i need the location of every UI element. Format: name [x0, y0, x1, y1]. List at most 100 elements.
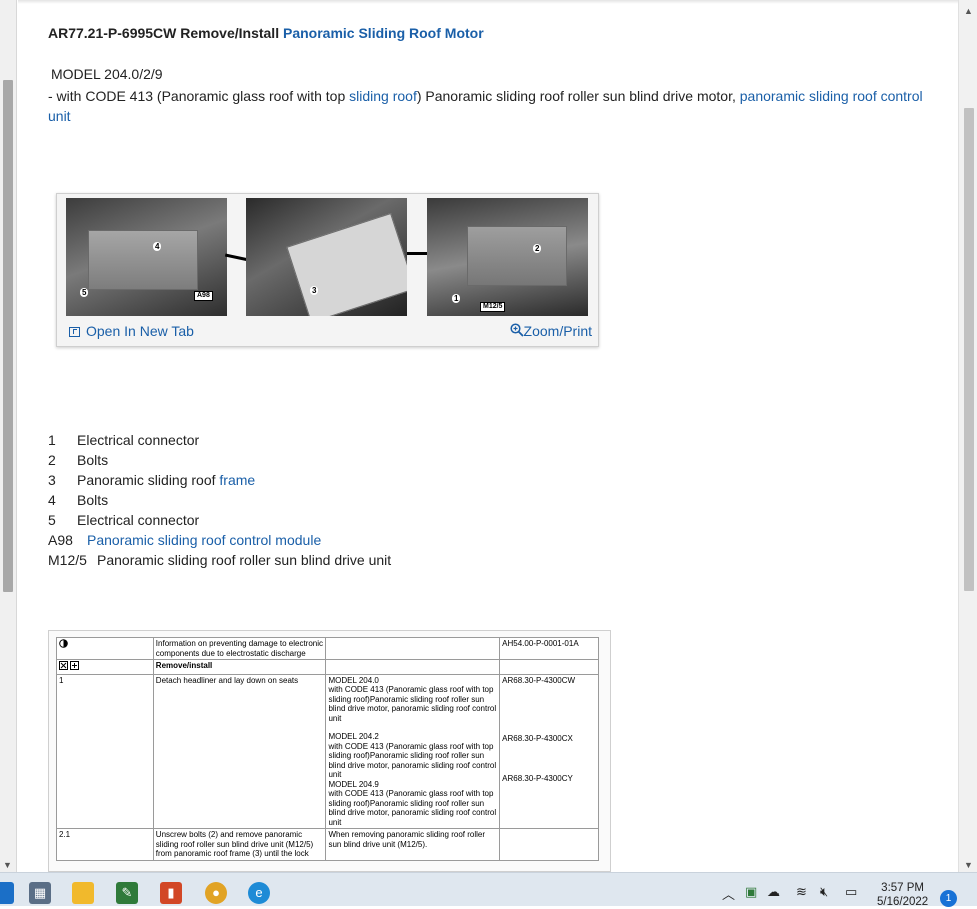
callout-a98: A98: [194, 291, 213, 301]
edge-icon[interactable]: e: [248, 882, 270, 904]
battery-icon[interactable]: ▭: [845, 884, 857, 900]
left-scrollbar-thumb[interactable]: [3, 80, 13, 592]
tray-app-icon[interactable]: ▣: [745, 884, 757, 900]
zoom-icon: [509, 323, 524, 337]
zoom-print-button[interactable]: Zoom/Print: [509, 323, 592, 339]
top-shadow: [18, 0, 958, 4]
right-scrollbar-thumb[interactable]: [964, 108, 974, 591]
model-ref: MODEL 204.0: [328, 675, 379, 685]
photo-motor-2[interactable]: 2 1 M12/5: [427, 198, 588, 316]
table-cell[interactable]: AH54.00-P-0001-01A: [499, 637, 599, 660]
legend-item: 4 Bolts: [48, 490, 391, 510]
clock[interactable]: 3:57 PM 5/16/2022: [877, 881, 928, 909]
legend-text: Bolts: [77, 492, 109, 508]
table-cell: Remove/install: [152, 659, 327, 675]
open-in-new-tab-button[interactable]: Open In New Tab: [69, 323, 194, 339]
start-app-icon[interactable]: [0, 882, 14, 904]
office-icon[interactable]: ▮: [160, 882, 182, 904]
left-scrollbar[interactable]: ▼: [0, 0, 17, 872]
cloud-icon[interactable]: ☁: [767, 884, 780, 900]
table-cell: AR68.30-P-4300CW AR68.30-P-4300CX AR68.3…: [499, 673, 599, 829]
table-cell: MODEL 204.0 with CODE 413 (Panoramic gla…: [325, 673, 501, 829]
roof-frame-panel: [286, 212, 407, 316]
table-cell: [499, 828, 599, 861]
calculator-icon[interactable]: ▦: [29, 882, 51, 904]
table-cell: 1: [56, 673, 154, 829]
connector-line-2: [407, 252, 429, 255]
ref-link[interactable]: AR68.30-P-4300CY: [502, 774, 596, 784]
scroll-down-arrow-icon[interactable]: ▼: [964, 860, 973, 870]
scroll-up-arrow-icon[interactable]: ▲: [964, 6, 973, 16]
procedure-table-image[interactable]: Information on preventing damage to elec…: [48, 630, 611, 872]
green-app-icon[interactable]: ✎: [116, 882, 138, 904]
legend-text: Bolts: [77, 452, 109, 468]
model-ref-text: with CODE 413 (Panoramic glass roof with…: [328, 741, 497, 780]
model-line: MODEL 204.0/2/9: [51, 66, 163, 82]
wifi-icon[interactable]: ≋: [796, 884, 807, 900]
procedure-table: Information on preventing damage to elec…: [56, 637, 599, 861]
document-page: AR77.21-P-6995CW Remove/Install Panorami…: [18, 0, 958, 872]
scroll-down-arrow-icon[interactable]: ▼: [3, 860, 12, 870]
legend-key: 1: [48, 432, 56, 448]
chevron-up-icon[interactable]: ︿: [722, 884, 735, 903]
model-ref: MODEL 204.9: [328, 779, 379, 789]
table-cell: [499, 659, 599, 675]
taskbar: ▦ ✎ ▮ ● e ︿ ▣ ☁ ≋ 🔇︎ ▭ 3:57 PM 5/16/2022…: [0, 872, 977, 909]
title-link[interactable]: Panoramic Sliding Roof Motor: [283, 25, 484, 41]
legend-text: Panoramic sliding roof roller sun blind …: [97, 552, 392, 568]
legend-key: 4: [48, 492, 56, 508]
legend-text: Electrical connector: [77, 512, 200, 528]
table-row: Remove/install: [56, 659, 599, 675]
clock-date: 5/16/2022: [877, 896, 929, 908]
legend-item: 2 Bolts: [48, 450, 391, 470]
legend-key: 3: [48, 472, 56, 488]
open-new-tab-icon: [69, 327, 80, 337]
code-prefix: - with CODE 413 (Panoramic glass roof wi…: [48, 88, 346, 104]
legend-key: M12/5: [48, 552, 87, 568]
ref-link[interactable]: AR68.30-P-4300CX: [502, 734, 596, 744]
drive-unit-housing: [467, 226, 567, 286]
file-explorer-icon[interactable]: [72, 882, 94, 904]
code-mid: ) Panoramic sliding roof roller sun blin…: [416, 88, 736, 104]
table-cell: Information on preventing damage to elec…: [152, 637, 327, 660]
info-icon: [59, 639, 68, 648]
frame-link[interactable]: frame: [219, 470, 255, 490]
legend-key: 5: [48, 512, 56, 528]
table-row: 2.1 Unscrew bolts (2) and remove panoram…: [56, 828, 599, 861]
table-row: Information on preventing damage to elec…: [56, 637, 599, 660]
zoom-label: Zoom/Print: [523, 323, 592, 339]
motor-housing: [88, 230, 198, 290]
sliding-roof-link[interactable]: sliding roof: [349, 88, 417, 104]
photo-motor-1[interactable]: 4 5 A98: [66, 198, 227, 316]
table-cell: Unscrew bolts (2) and remove panoramic s…: [152, 828, 327, 861]
callout-m12-5: M12/5: [480, 302, 506, 312]
page-title: AR77.21-P-6995CW Remove/Install Panorami…: [48, 25, 484, 41]
model-ref-text: with CODE 413 (Panoramic glass roof with…: [328, 685, 497, 723]
ref-link[interactable]: AR68.30-P-4300CW: [502, 676, 596, 686]
legend-item: 1 Electrical connector: [48, 430, 391, 450]
figure-actions: Open In New Tab Zoom/Print: [57, 322, 598, 344]
legend-key: A98: [48, 532, 73, 548]
figure: 4 5 A98 3 2 1 M12/5 Open In New Tab Zoom…: [56, 193, 599, 347]
callout-1: 1: [452, 294, 461, 303]
callout-5: 5: [80, 288, 89, 297]
model-ref: MODEL 204.2: [328, 732, 379, 741]
table-row: 1 Detach headliner and lay down on seats…: [56, 673, 599, 829]
model-ref-text: with CODE 413 (Panoramic glass roof with…: [328, 789, 497, 827]
remove-install-icon: [59, 661, 79, 670]
table-cell: Detach headliner and lay down on seats: [152, 673, 327, 829]
control-module-link[interactable]: Panoramic sliding roof control module: [87, 530, 321, 550]
legend-list: 1 Electrical connector 2 Bolts 3 Panoramic …: [48, 430, 391, 570]
volume-muted-icon[interactable]: 🔇︎: [820, 884, 828, 900]
legend-item: 5 Electrical connector: [48, 510, 391, 530]
photo-roof-frame[interactable]: 3: [246, 198, 407, 316]
legend-text: Electrical connector: [77, 432, 200, 448]
table-cell: [56, 659, 154, 675]
chrome-icon[interactable]: ●: [205, 882, 227, 904]
notification-badge[interactable]: 1: [940, 890, 957, 907]
open-tab-label: Open In New Tab: [86, 323, 194, 339]
table-cell: [325, 637, 501, 660]
legend-item: A98 Panoramic sliding roof control module: [48, 530, 391, 550]
table-cell: When removing panoramic sliding roof rol…: [325, 828, 501, 861]
right-scrollbar[interactable]: ▲ ▼: [958, 0, 977, 872]
